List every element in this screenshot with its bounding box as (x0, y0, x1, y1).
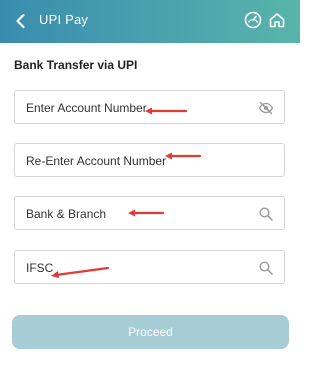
proceed-button[interactable]: Proceed (12, 315, 289, 349)
chevron-left-icon[interactable] (11, 11, 31, 31)
search-icon[interactable] (258, 206, 274, 222)
section-title: Bank Transfer via UPI (14, 58, 138, 72)
bank-branch-placeholder: Bank & Branch (26, 207, 107, 221)
search-icon[interactable] (258, 260, 274, 276)
annotation-arrow-icon (51, 266, 110, 278)
reenter-account-number-field[interactable]: Re-Enter Account Number (14, 143, 285, 177)
reenter-account-number-placeholder: Re-Enter Account Number (26, 154, 167, 168)
eye-off-icon[interactable] (258, 100, 274, 116)
annotation-arrow-icon (128, 209, 165, 217)
speedometer-icon[interactable] (243, 10, 263, 30)
account-number-placeholder: Enter Account Number (26, 101, 147, 115)
home-icon[interactable] (267, 10, 287, 30)
page-title: UPI Pay (39, 12, 89, 27)
annotation-arrow-icon (145, 107, 188, 115)
app-header: UPI Pay (0, 0, 300, 43)
annotation-arrow-icon (165, 152, 202, 160)
